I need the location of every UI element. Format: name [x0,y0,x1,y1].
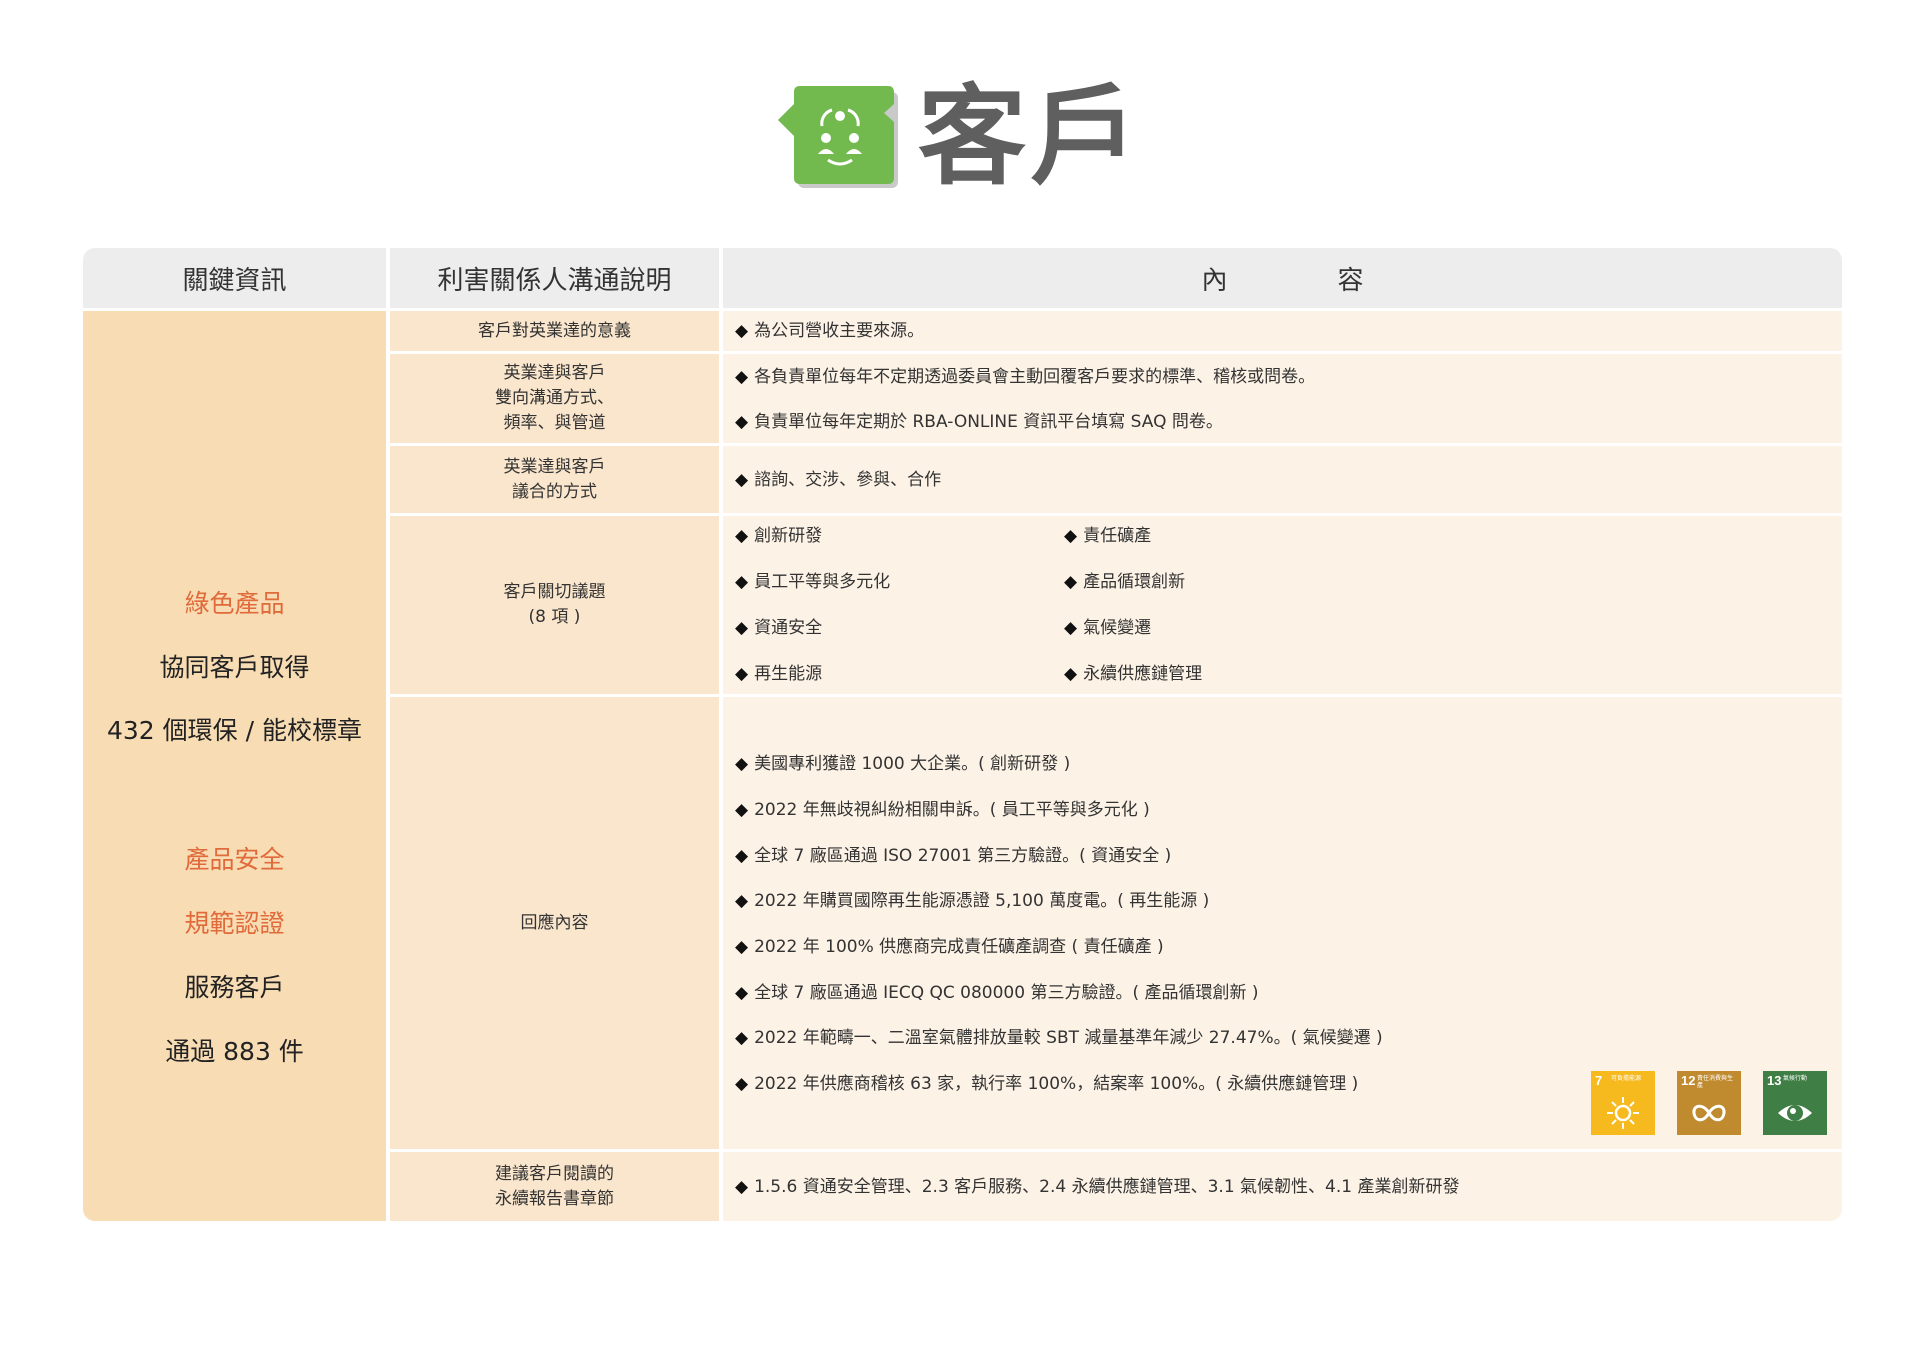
diamond-bullet-icon: ◆ [735,800,749,820]
diamond-bullet-icon: ◆ [735,1028,749,1048]
list-item: ◆ 產品循環創新 [1064,572,1186,592]
key-info-line: 通過 883 件 [165,1037,304,1066]
list-item: ◆ 為公司營收主要來源。 [735,321,925,341]
stakeholder-customer-icon [777,86,898,188]
row-content-chapters: ◆ 1.5.6 資通安全管理、2.3 客戶服務、2.4 永續供應鏈管理、3.1 氣… [723,1152,1842,1221]
list-item: ◆ 負責單位每年定期於 RBA-ONLINE 資訊平台填寫 SAQ 問卷。 [735,412,1223,432]
diamond-bullet-icon: ◆ [735,1074,749,1094]
column-header-content-b: 容 [1337,265,1364,296]
diamond-bullet-icon: ◆ [735,754,749,774]
row-label-chapters: 建議客戶閱讀的 永續報告書章節 [390,1152,719,1221]
list-item: ◆ 各負責單位每年不定期透過委員會主動回覆客戶要求的標準、稽核或問卷。 [735,367,1316,387]
list-item: ◆ 再生能源 [735,664,823,684]
diamond-bullet-icon: ◆ [735,983,749,1003]
row-label-channels: 英業達與客戶 雙向溝通方式、 頻率、與管道 [390,354,719,443]
list-item: ◆ 2022 年供應商稽核 63 家，執行率 100%，結案率 100%。( 永續… [735,1074,1359,1094]
page-header: 客戶 [0,78,1920,198]
diamond-bullet-icon: ◆ [735,470,749,490]
key-info-line: 協同客戶取得 [159,653,310,682]
row-content-significance: ◆ 為公司營收主要來源。 [723,311,1842,351]
row-label-topics: 客戶關切議題 (8 項 ) [390,516,719,694]
diamond-bullet-icon: ◆ [1064,572,1078,592]
list-item: ◆ 2022 年購買國際再生能源憑證 5,100 萬度電。( 再生能源 ) [735,891,1210,911]
key-info-green-products: 綠色產品 [184,589,285,618]
diamond-bullet-icon: ◆ [1064,526,1078,546]
row-content-channels: ◆ 各負責單位每年不定期透過委員會主動回覆客戶要求的標準、稽核或問卷。 ◆ 負責單位… [723,354,1842,443]
diamond-bullet-icon: ◆ [1064,664,1078,684]
diamond-bullet-icon: ◆ [735,367,749,387]
list-item: ◆ 2022 年 100% 供應商完成責任礦產調查 ( 責任礦產 ) [735,937,1164,957]
key-info-product-safety: 產品安全 [184,845,285,874]
list-item: ◆ 2022 年無歧視糾紛相關申訴。( 員工平等與多元化 ) [735,800,1150,820]
list-item: ◆ 永續供應鏈管理 [1064,664,1203,684]
list-item: ◆ 責任礦產 [1064,526,1152,546]
list-item: ◆ 全球 7 廠區通過 IECQ QC 080000 第三方驗證。( 產品循環創新… [735,983,1259,1003]
diamond-bullet-icon: ◆ [735,846,749,866]
list-item: ◆ 諮詢、交涉、參與、合作 [735,470,942,490]
list-item: ◆ 創新研發 [735,526,823,546]
diamond-bullet-icon: ◆ [735,937,749,957]
row-content-topics: ◆ 創新研發 ◆ 員工平等與多元化 ◆ 資通安全 ◆ 再生能源 ◆ 責任礦產 ◆ 產品循環創… [723,516,1842,694]
diamond-bullet-icon: ◆ [735,664,749,684]
diamond-bullet-icon: ◆ [735,891,749,911]
row-label-engagement: 英業達與客戶 議合的方式 [390,446,719,513]
list-item: ◆ 全球 7 廠區通過 ISO 27001 第三方驗證。( 資通安全 ) [735,846,1172,866]
column-header-content-a: 內 [1201,265,1228,296]
column-header-communication: 利害關係人溝通說明 [390,248,719,308]
list-item: ◆ 氣候變遷 [1064,618,1152,638]
row-label-significance: 客戶對英業達的意義 [390,311,719,351]
diamond-bullet-icon: ◆ [735,1177,749,1197]
column-header-content: 內 容 [723,248,1842,308]
key-info-certification: 規範認證 [184,909,285,938]
row-content-response: ◆ 美國專利獲證 1000 大企業。( 創新研發 ) ◆ 2022 年無歧視糾紛相關… [723,697,1842,1149]
sdg-12-icon: 12 責任消費與生產 [1677,1071,1741,1135]
diamond-bullet-icon: ◆ [735,321,749,341]
key-info-panel: 綠色產品 協同客戶取得 432 個環保 / 能校標章 產品安全 規範認證 服務客… [83,311,386,1221]
stakeholder-table: 關鍵資訊 利害關係人溝通說明 內 容 綠色產品 協同客戶取得 432 個環保 /… [83,248,1842,1221]
eye-globe-icon [1778,1105,1812,1121]
key-info-line: 432 個環保 / 能校標章 [107,716,362,745]
diamond-bullet-icon: ◆ [1064,618,1078,638]
key-info-line: 服務客戶 [184,973,285,1002]
diamond-bullet-icon: ◆ [735,618,749,638]
column-header-key-info: 關鍵資訊 [83,248,386,308]
infinity-icon [1692,1104,1726,1122]
sun-icon [1607,1097,1639,1129]
row-content-engagement: ◆ 諮詢、交涉、參與、合作 [723,446,1842,513]
diamond-bullet-icon: ◆ [735,572,749,592]
sdg-7-icon: 7 可負擔能源 [1591,1071,1655,1135]
sdg-icons: 7 可負擔能源 12 責任消費與生產 13 氣候行動 [1591,1071,1827,1135]
row-label-response: 回應內容 [390,697,719,1149]
sdg-13-icon: 13 氣候行動 [1763,1071,1827,1135]
diamond-bullet-icon: ◆ [735,526,749,546]
list-item: ◆ 美國專利獲證 1000 大企業。( 創新研發 ) [735,754,1071,774]
list-item: ◆ 1.5.6 資通安全管理、2.3 客戶服務、2.4 永續供應鏈管理、3.1 氣… [735,1177,1460,1197]
list-item: ◆ 2022 年範疇一、二溫室氣體排放量較 SBT 減量基準年減少 27.47%。… [735,1028,1383,1048]
list-item: ◆ 資通安全 [735,618,823,638]
page-title: 客戶 [917,75,1142,200]
list-item: ◆ 員工平等與多元化 [735,572,891,592]
diamond-bullet-icon: ◆ [735,412,749,432]
